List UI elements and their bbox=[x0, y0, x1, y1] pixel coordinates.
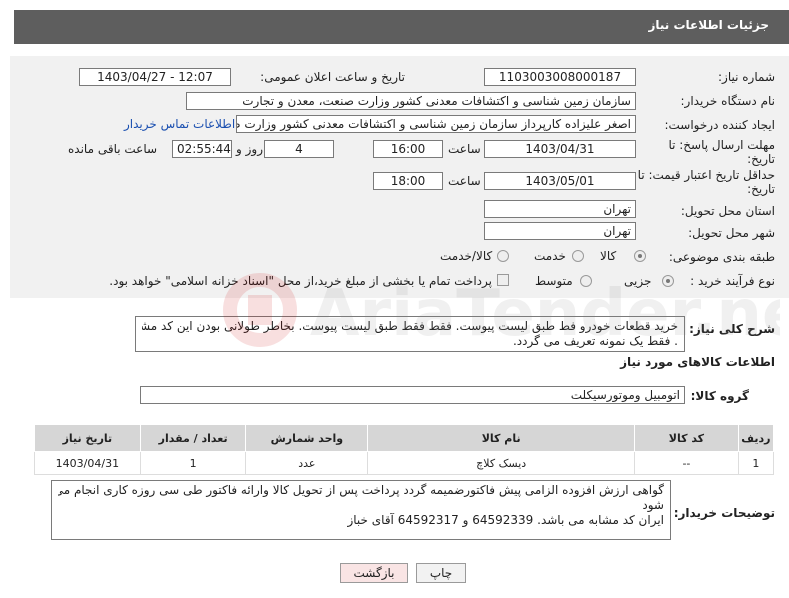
reply-date-field: 1403/04/31 bbox=[484, 140, 636, 158]
need-number-label: شماره نیاز: bbox=[718, 70, 775, 84]
price-validity-label: حداقل تاریخ اعتبار قیمت: تا bbox=[637, 168, 775, 182]
category-radio-service[interactable] bbox=[572, 250, 584, 262]
cell-unit: عدد bbox=[245, 451, 369, 475]
need-number-field: 1103003008000187 bbox=[484, 68, 636, 86]
goods-table: ردیف کد کالا نام کالا واحد شمارش تعداد /… bbox=[34, 424, 775, 475]
remaining-time-field: 02:55:44 bbox=[172, 140, 232, 158]
cell-quantity: 1 bbox=[139, 451, 247, 475]
buyer-org-field: سازمان زمین شناسی و اکتشافات معدنی کشور … bbox=[186, 92, 636, 110]
treasury-checkbox[interactable] bbox=[497, 274, 509, 286]
reply-time-field: 16:00 bbox=[373, 140, 443, 158]
summary-line-2: . فقط یک نمونه تعریف می گردد. bbox=[512, 334, 678, 348]
announce-datetime-label: تاریخ و ساعت اعلان عمومی: bbox=[260, 70, 405, 84]
remaining-label: ساعت باقی مانده bbox=[68, 142, 158, 156]
buyer-notes-field: گواهی ارزش افزوده الزامی پیش فاکتورضمیمه… bbox=[51, 480, 671, 540]
price-validity-label-date: تاریخ: bbox=[747, 182, 775, 196]
requester-label: ایجاد کننده درخواست: bbox=[664, 118, 775, 132]
summary-line-1: خرید قطعات خودرو فط طبق لیست پیوست. فقط … bbox=[142, 319, 678, 333]
buyer-notes-line-2: شود bbox=[642, 498, 664, 512]
buyer-notes-label: توضیحات خریدار: bbox=[673, 506, 775, 520]
days-label: روز و bbox=[236, 142, 263, 156]
city-label: شهر محل تحویل: bbox=[688, 226, 775, 240]
table-row: 1 -- دیسک کلاچ عدد 1 1403/04/31 bbox=[34, 451, 775, 475]
province-label: استان محل تحویل: bbox=[680, 204, 775, 218]
page-title: جزئیات اطلاعات نیاز bbox=[648, 18, 769, 32]
summary-field: خرید قطعات خودرو فط طبق لیست پیوست. فقط … bbox=[135, 316, 685, 352]
price-validity-time-label: ساعت bbox=[448, 174, 481, 188]
category-option-goods: کالا bbox=[600, 249, 617, 263]
remaining-days-field: 4 bbox=[264, 140, 334, 158]
price-validity-time-field: 18:00 bbox=[373, 172, 443, 190]
summary-label: شرح کلی نیاز: bbox=[689, 322, 775, 336]
col-header-date: تاریخ نیاز bbox=[34, 424, 141, 452]
category-label: طبقه بندی موضوعی: bbox=[668, 250, 775, 264]
cell-name: دیسک کلاچ bbox=[367, 451, 636, 475]
purchase-type-label: نوع فرآیند خرید : bbox=[690, 274, 775, 288]
reply-time-label: ساعت bbox=[448, 142, 481, 156]
goods-group-label: گروه کالا: bbox=[690, 389, 749, 403]
goods-section-title: اطلاعات کالاهای مورد نیاز bbox=[620, 355, 775, 369]
purchase-type-option-medium: متوسط bbox=[535, 274, 573, 288]
purchase-type-radio-medium[interactable] bbox=[580, 275, 592, 287]
buyer-org-label: نام دستگاه خریدار: bbox=[680, 94, 776, 108]
buyer-notes-line-3: ایران کد مشابه می باشد. 64592339 و 64592… bbox=[347, 513, 664, 527]
buyer-contact-link[interactable]: اطلاعات تماس خریدار bbox=[124, 117, 235, 131]
province-field: تهران bbox=[484, 200, 636, 218]
treasury-note: پرداخت تمام یا بخشی از مبلغ خرید،از محل … bbox=[109, 274, 492, 288]
col-header-row: ردیف bbox=[737, 424, 775, 452]
purchase-type-option-minor: جزیی bbox=[624, 274, 652, 288]
col-header-code: کد کالا bbox=[634, 424, 739, 452]
goods-table-header-row: ردیف کد کالا نام کالا واحد شمارش تعداد /… bbox=[34, 424, 775, 452]
reply-deadline-label-date: تاریخ: bbox=[747, 152, 775, 166]
col-header-unit: واحد شمارش bbox=[245, 424, 369, 452]
goods-group-field: اتومبیل وموتورسیکلت bbox=[140, 386, 685, 404]
price-validity-date-field: 1403/05/01 bbox=[484, 172, 636, 190]
purchase-type-radio-minor[interactable] bbox=[662, 275, 674, 287]
category-radio-goods-service[interactable] bbox=[497, 250, 509, 262]
print-button[interactable]: چاپ bbox=[416, 563, 466, 583]
back-button[interactable]: بازگشت bbox=[340, 563, 408, 583]
city-field: تهران bbox=[484, 222, 636, 240]
cell-code: -- bbox=[634, 451, 739, 475]
page-header: جزئیات اطلاعات نیاز bbox=[14, 10, 789, 44]
category-option-goods-service: کالا/خدمت bbox=[440, 249, 493, 263]
col-header-quantity: تعداد / مقدار bbox=[139, 424, 247, 452]
requester-field: اصغر علیزاده کارپرداز سازمان زمین شناسی … bbox=[236, 115, 636, 133]
cell-row: 1 bbox=[737, 451, 775, 475]
category-option-service: خدمت bbox=[534, 249, 566, 263]
reply-deadline-label: مهلت ارسال پاسخ: تا bbox=[668, 138, 775, 152]
cell-date: 1403/04/31 bbox=[34, 451, 141, 475]
buyer-notes-line-1: گواهی ارزش افزوده الزامی پیش فاکتورضمیمه… bbox=[58, 483, 664, 497]
category-radio-goods[interactable] bbox=[634, 250, 646, 262]
announce-datetime-field: 1403/04/27 - 12:07 bbox=[79, 68, 231, 86]
col-header-name: نام کالا bbox=[367, 424, 636, 452]
